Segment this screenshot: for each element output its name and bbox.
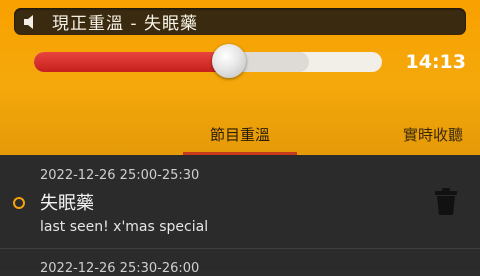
episode-subtitle: last seen! x'mas special bbox=[40, 219, 209, 235]
episode-title: 失眠藥 bbox=[40, 193, 94, 214]
seek-thumb[interactable] bbox=[211, 44, 246, 78]
list-item[interactable]: 2022-12-26 25:30-26:00 bbox=[0, 249, 480, 276]
now-playing-bar[interactable]: 現正重溫 - 失眠藥 bbox=[14, 8, 466, 35]
trash-icon[interactable] bbox=[434, 188, 458, 216]
tab-live-listen[interactable]: 實時收聽 bbox=[386, 113, 480, 155]
episode-datetime: 2022-12-26 25:00-25:30 bbox=[40, 168, 200, 183]
now-playing-title: 現正重溫 - 失眠藥 bbox=[52, 14, 198, 34]
seek-progress bbox=[34, 52, 229, 72]
player-header: 現正重溫 - 失眠藥 14:13 節目重溫 實時收聽 bbox=[0, 0, 480, 155]
seek-bar[interactable] bbox=[34, 52, 382, 72]
tab-label: 節目重溫 bbox=[209, 125, 270, 144]
speaker-icon[interactable] bbox=[24, 14, 38, 29]
list-item[interactable]: 2022-12-26 25:00-25:30 失眠藥 last seen! x'… bbox=[0, 155, 480, 248]
episode-datetime: 2022-12-26 25:30-26:00 bbox=[40, 261, 200, 276]
elapsed-time: 14:13 bbox=[405, 51, 466, 73]
current-item-dot-icon bbox=[13, 197, 25, 209]
episode-list[interactable]: 2022-12-26 25:00-25:30 失眠藥 last seen! x'… bbox=[0, 155, 480, 276]
tab-bar: 節目重溫 實時收聽 bbox=[0, 113, 480, 155]
tab-program-replay[interactable]: 節目重溫 bbox=[183, 113, 297, 155]
tab-label: 實時收聽 bbox=[402, 125, 463, 144]
